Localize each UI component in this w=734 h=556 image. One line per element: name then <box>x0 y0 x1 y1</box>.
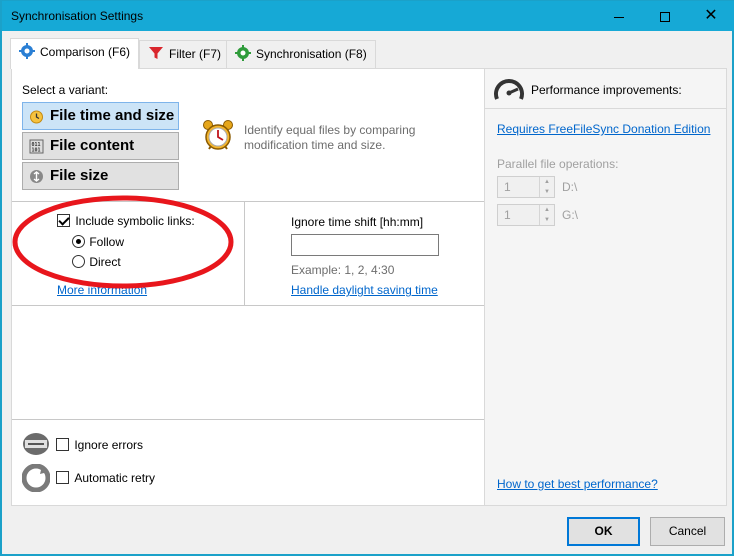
gear-green-icon <box>235 45 251 61</box>
funnel-icon <box>149 47 163 59</box>
vertical-divider <box>244 202 245 305</box>
tab-synchronisation-label: Synchronisation (F8) <box>256 47 367 61</box>
down-arrow-icon[interactable]: ▼ <box>540 215 554 225</box>
divider <box>12 419 484 420</box>
daylight-saving-link[interactable]: Handle daylight saving time <box>291 283 438 297</box>
speedometer-icon <box>494 79 524 100</box>
binary-icon: 011 101 <box>29 139 44 154</box>
stepper-arrows[interactable]: ▲ ▼ <box>539 205 554 225</box>
tab-synchronisation[interactable]: Synchronisation (F8) <box>226 40 376 68</box>
performance-heading: Performance improvements: <box>531 83 682 97</box>
minimize-icon <box>614 16 624 18</box>
maximize-button[interactable] <box>642 1 688 31</box>
close-icon: ✕ <box>704 7 718 24</box>
stepper-value: 1 <box>504 208 511 222</box>
window-title: Synchronisation Settings <box>11 9 144 23</box>
tab-comparison[interactable]: Comparison (F6) <box>10 38 140 69</box>
ignore-errors-row[interactable]: Ignore errors <box>56 438 143 452</box>
automatic-retry-row[interactable]: Automatic retry <box>56 471 155 485</box>
variant-label: File time and size <box>50 107 175 124</box>
ignore-errors-icon <box>23 433 49 455</box>
up-arrow-icon[interactable]: ▲ <box>540 177 554 187</box>
time-shift-example: Example: 1, 2, 4:30 <box>291 263 395 277</box>
best-performance-link[interactable]: How to get best performance? <box>497 477 658 491</box>
select-variant-label: Select a variant: <box>22 83 109 97</box>
variant-file-time-size-button[interactable]: File time and size <box>22 102 179 130</box>
ignore-errors-label: Ignore errors <box>74 438 144 452</box>
parallel-ops-stepper-g[interactable]: 1 ▲ ▼ <box>497 204 555 226</box>
stepper-value: 1 <box>504 180 511 194</box>
comparison-panel: Select a variant: File time and size 011… <box>11 68 727 506</box>
size-icon <box>30 170 43 183</box>
donation-edition-link[interactable]: Requires FreeFileSync Donation Edition <box>497 122 710 136</box>
parallel-operations-label: Parallel file operations: <box>497 157 619 171</box>
divider <box>12 305 484 306</box>
highlight-ellipse <box>12 195 234 289</box>
ignore-errors-checkbox[interactable] <box>56 438 69 451</box>
parallel-ops-stepper-d[interactable]: 1 ▲ ▼ <box>497 176 555 198</box>
clock-icon <box>30 110 43 124</box>
tab-filter[interactable]: Filter (F7) <box>139 40 230 68</box>
variant-label: File size <box>50 167 109 184</box>
performance-header: Performance improvements: <box>485 69 726 109</box>
title-bar[interactable]: Synchronisation Settings ✕ <box>2 1 734 31</box>
tab-comparison-label: Comparison (F6) <box>40 45 131 59</box>
automatic-retry-label: Automatic retry <box>74 471 156 485</box>
alarm-clock-icon <box>203 120 233 150</box>
gear-blue-icon <box>19 43 35 59</box>
automatic-retry-checkbox[interactable] <box>56 471 69 484</box>
settings-dialog: Synchronisation Settings ✕ Comparison (F… <box>1 0 734 555</box>
variant-label: File content <box>50 137 135 154</box>
down-arrow-icon[interactable]: ▼ <box>540 187 554 197</box>
maximize-icon <box>660 12 670 23</box>
cancel-button[interactable]: Cancel <box>650 517 725 546</box>
stepper-arrows[interactable]: ▲ ▼ <box>539 177 554 197</box>
time-shift-input[interactable] <box>291 234 439 256</box>
variant-description-line2: modification time and size. <box>244 138 386 152</box>
minimize-button[interactable] <box>596 1 642 31</box>
svg-text:101: 101 <box>32 148 41 154</box>
up-arrow-icon[interactable]: ▲ <box>540 205 554 215</box>
performance-pane: Performance improvements: Requires FreeF… <box>484 69 726 505</box>
tab-filter-label: Filter (F7) <box>169 47 221 61</box>
drive-label-d: D:\ <box>562 180 578 194</box>
close-button[interactable]: ✕ <box>688 1 734 31</box>
retry-icon <box>22 464 50 492</box>
ok-button[interactable]: OK <box>567 517 640 546</box>
variant-file-size-button[interactable]: File size <box>22 162 179 190</box>
comparison-options: Select a variant: File time and size 011… <box>12 69 484 505</box>
variant-description: Identify equal files by comparing modifi… <box>244 123 415 153</box>
variant-file-content-button[interactable]: 011 101 File content <box>22 132 179 160</box>
drive-label-g: G:\ <box>562 208 579 222</box>
time-shift-label: Ignore time shift [hh:mm] <box>291 215 424 229</box>
variant-description-line1: Identify equal files by comparing <box>244 123 416 137</box>
